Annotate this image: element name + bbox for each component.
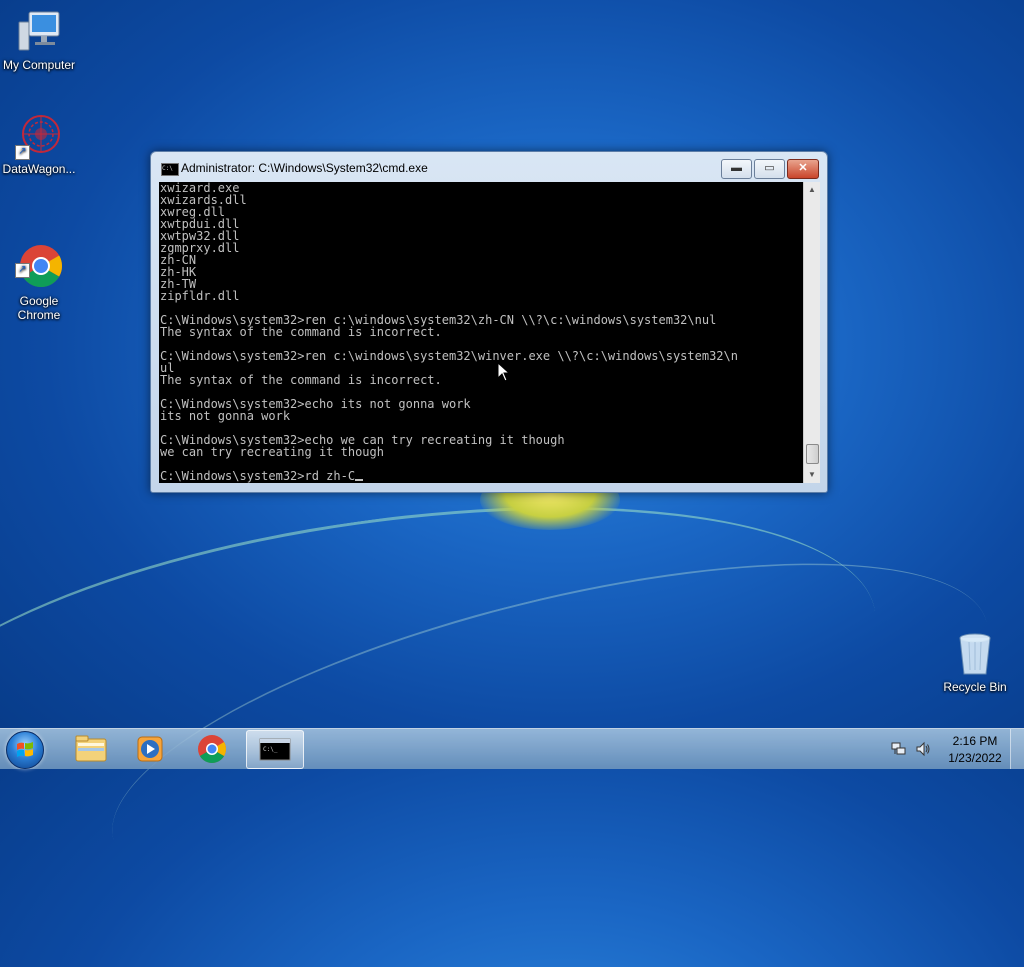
scroll-up-arrow-icon[interactable]: ▲	[804, 182, 820, 198]
chrome-icon	[198, 735, 226, 763]
mouse-pointer-icon	[497, 362, 511, 382]
console-line: zh-TW	[160, 277, 197, 291]
computer-icon	[15, 8, 63, 56]
console-line: xwreg.dll	[160, 205, 226, 219]
close-button[interactable]: ✕	[787, 159, 819, 179]
show-desktop-button[interactable]	[1010, 729, 1024, 769]
console-line: The syntax of the command is incorrect.	[160, 373, 442, 387]
start-button[interactable]	[6, 731, 44, 769]
cmd-icon: C:\	[161, 163, 179, 176]
desktop-icon-label: Recycle Bin	[943, 680, 1007, 694]
window-titlebar[interactable]: C:\ Administrator: C:\Windows\System32\c…	[151, 152, 827, 182]
console-line: xwizards.dll	[160, 193, 247, 207]
explorer-icon	[75, 735, 107, 762]
recycle-bin-icon	[951, 630, 999, 678]
cmd-icon: C:\_	[259, 738, 291, 761]
datawagon-icon: ↗	[15, 112, 63, 160]
console-line: The syntax of the command is incorrect.	[160, 325, 442, 339]
desktop-icon-label: DataWagon...	[2, 162, 76, 176]
taskbar-explorer-button[interactable]	[62, 730, 118, 767]
desktop-icon-datawagon[interactable]: ↗ DataWagon...	[0, 112, 78, 176]
console-line: xwtpdui.dll	[160, 217, 240, 231]
network-icon[interactable]	[891, 741, 907, 757]
system-tray: 2:16 PM 1/23/2022	[885, 729, 1024, 769]
desktop-icon-label: Google Chrome	[17, 294, 61, 322]
console-line: C:\Windows\system32>ren c:\windows\syste…	[160, 349, 738, 363]
vertical-scrollbar[interactable]: ▲ ▼	[803, 182, 820, 483]
prompt-text: C:\Windows\system32>rd zh-C	[160, 469, 356, 483]
console-line: xwtpw32.dll	[160, 229, 240, 243]
maximize-button[interactable]: ▭	[754, 159, 785, 179]
desktop-icon-my-computer[interactable]: My Computer	[0, 8, 78, 72]
chrome-icon: ↗	[15, 230, 63, 288]
console-output[interactable]: xwizard.exe xwizards.dll xwreg.dll xwtpdui.…	[159, 182, 803, 483]
console-line: zh-HK	[160, 265, 197, 279]
desktop-icon-google-chrome[interactable]: ↗ Google Chrome	[0, 216, 78, 322]
taskbar: C:\_ 2:16 PM 1/23/2022	[0, 728, 1024, 769]
clock-date[interactable]: 1/23/2022	[945, 751, 1005, 765]
shortcut-arrow-icon: ↗	[15, 263, 30, 278]
volume-icon[interactable]	[915, 741, 931, 757]
desktop-icon-label: My Computer	[2, 58, 76, 72]
taskbar-cmd-button[interactable]: C:\_	[246, 730, 304, 769]
desktop-icon-recycle-bin[interactable]: Recycle Bin	[936, 630, 1014, 694]
console-line: xwizard.exe	[160, 182, 240, 195]
console-line: zh-CN	[160, 253, 197, 267]
console-line: we can try recreating it though	[160, 445, 384, 459]
text-cursor	[355, 479, 364, 481]
taskbar-media-player-button[interactable]	[122, 730, 178, 767]
cmd-window[interactable]: C:\ Administrator: C:\Windows\System32\c…	[150, 151, 828, 493]
clock-time[interactable]: 2:16 PM	[945, 734, 1005, 748]
media-player-icon	[137, 736, 163, 762]
taskbar-chrome-button[interactable]	[184, 730, 240, 767]
window-title: Administrator: C:\Windows\System32\cmd.e…	[181, 161, 428, 175]
svg-text:C:\_: C:\_	[263, 746, 278, 753]
console-line: zipfldr.dll	[160, 289, 240, 303]
windows-logo-icon	[17, 742, 33, 757]
console-lines: xwizard.exe xwizards.dll xwreg.dll xwtpdui.…	[159, 182, 803, 470]
scrollbar-thumb[interactable]	[806, 444, 819, 464]
scroll-down-arrow-icon[interactable]: ▼	[804, 467, 820, 483]
console-line: its not gonna work	[160, 409, 291, 423]
console-prompt-line[interactable]: C:\Windows\system32>rd zh-C	[159, 470, 803, 482]
minimize-button[interactable]: ▬	[721, 159, 752, 179]
console-line: zgmprxy.dll	[160, 241, 240, 255]
shortcut-arrow-icon: ↗	[15, 145, 30, 160]
